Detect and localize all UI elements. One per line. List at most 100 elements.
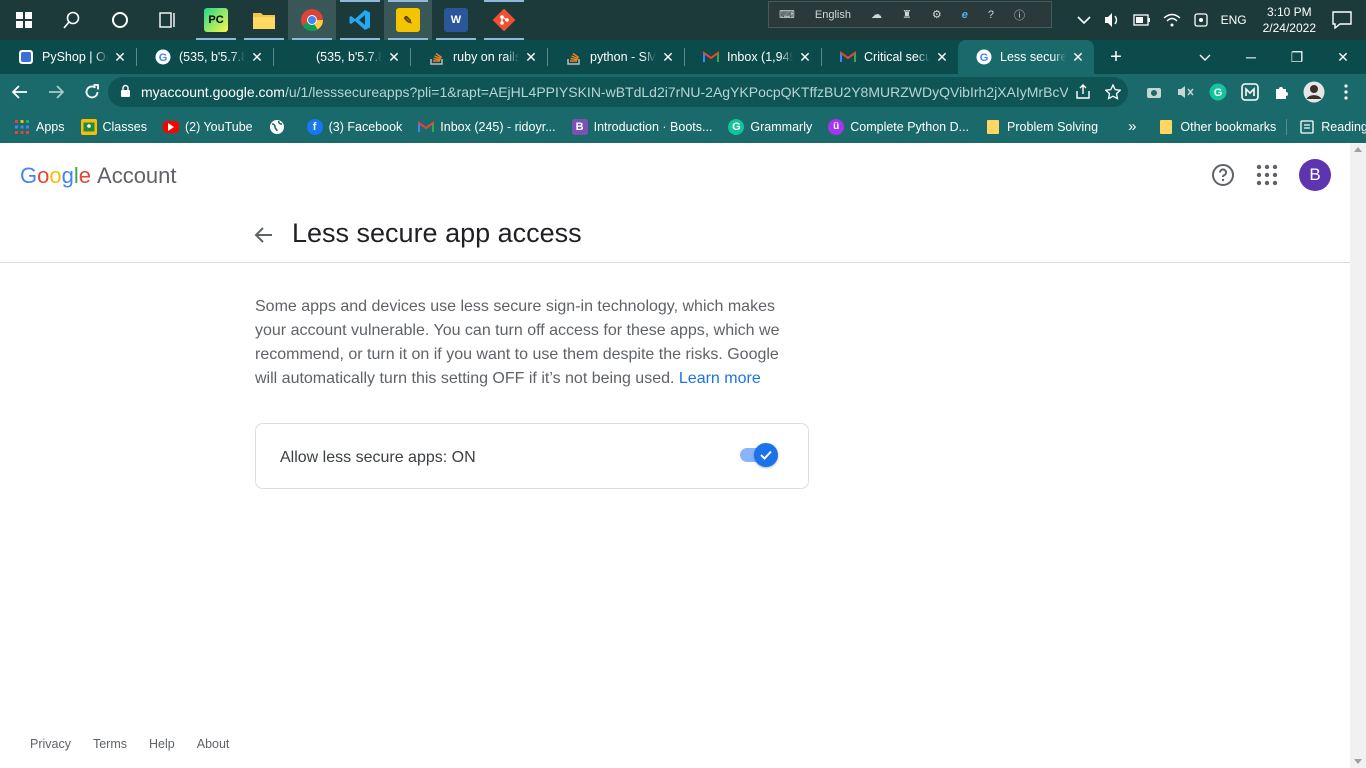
footer-link-terms[interactable]: Terms bbox=[93, 737, 127, 751]
git-icon bbox=[492, 8, 516, 32]
bookmarks-overflow-button[interactable]: » bbox=[1120, 118, 1144, 135]
account-avatar[interactable]: B bbox=[1299, 159, 1331, 191]
share-icon[interactable] bbox=[1068, 84, 1098, 100]
mute-speaker-icon[interactable] bbox=[1170, 85, 1202, 99]
tab-close-icon[interactable]: ✕ bbox=[523, 49, 539, 66]
vscode-icon bbox=[349, 10, 370, 30]
input-language[interactable]: ENG bbox=[1221, 13, 1247, 27]
grammarly-icon: G bbox=[728, 118, 745, 135]
page-title: Less secure app access bbox=[292, 218, 582, 248]
bookmark-label: Classes bbox=[102, 119, 147, 134]
wifi-icon[interactable] bbox=[1163, 13, 1181, 27]
address-bar[interactable]: myaccount.google.com/u/1/lesssecureapps?… bbox=[108, 77, 1128, 107]
taskbar-app-file-explorer[interactable] bbox=[240, 0, 288, 40]
taskbar-app-git[interactable] bbox=[480, 0, 528, 40]
tab-close-icon[interactable]: ✕ bbox=[660, 49, 676, 66]
google-account-page: Google Account B Less secure app access … bbox=[0, 143, 1350, 768]
arrow-right-icon bbox=[49, 85, 64, 99]
cortana-button[interactable] bbox=[96, 0, 144, 40]
bookmark-label: Problem Solving bbox=[1007, 119, 1099, 134]
new-tab-button[interactable]: + bbox=[1100, 46, 1132, 69]
tray-overflow-chevron-icon[interactable] bbox=[1077, 15, 1091, 25]
close-window-button[interactable]: ✕ bbox=[1320, 49, 1366, 66]
taskbar-app-chrome[interactable] bbox=[288, 0, 336, 40]
screenshot-camera-icon[interactable] bbox=[1138, 85, 1170, 99]
footer-link-privacy[interactable]: Privacy bbox=[30, 737, 71, 751]
scroll-up-arrow-icon[interactable] bbox=[1354, 147, 1362, 152]
browser-tab[interactable]: (535, b'5.7.8 U ✕ bbox=[274, 40, 410, 74]
bookmark-youtube[interactable]: (2) YouTube bbox=[155, 120, 261, 134]
system-tray: ENG 3:10 PM 2/24/2022 bbox=[1071, 0, 1366, 40]
less-secure-apps-toggle[interactable] bbox=[740, 443, 778, 467]
less-secure-apps-setting-card[interactable]: Allow less secure apps: ON bbox=[255, 423, 809, 489]
bookmark-grammarly[interactable]: G Grammarly bbox=[720, 118, 820, 135]
bookmark-classes[interactable]: Classes bbox=[73, 118, 155, 135]
page-scrollbar[interactable] bbox=[1350, 143, 1366, 768]
task-view-button[interactable] bbox=[144, 0, 192, 40]
tab-close-icon[interactable]: ✕ bbox=[1070, 49, 1086, 66]
taskbar-app-pycharm[interactable]: PC bbox=[192, 0, 240, 40]
browser-tab[interactable]: Critical securi ✕ bbox=[822, 40, 958, 74]
lock-icon[interactable] bbox=[120, 84, 131, 101]
volume-icon[interactable] bbox=[1103, 12, 1121, 28]
cloud-icon: ☁ bbox=[870, 9, 882, 21]
restore-button[interactable]: ❐ bbox=[1274, 49, 1320, 66]
browser-tab[interactable]: Inbox (1,949) ✕ bbox=[685, 40, 821, 74]
taskbar-app-word[interactable]: W bbox=[432, 0, 480, 40]
grammarly-extension-icon[interactable]: G bbox=[1202, 83, 1234, 101]
bookmark-other-bookmarks[interactable]: Other bookmarks bbox=[1150, 119, 1284, 135]
bookmark-globe[interactable] bbox=[261, 119, 299, 135]
google-apps-icon[interactable] bbox=[1256, 164, 1278, 186]
footer-link-help[interactable]: Help bbox=[149, 737, 175, 751]
learn-more-link[interactable]: Learn more bbox=[679, 370, 761, 387]
extension-badge-icon[interactable] bbox=[1234, 83, 1266, 101]
tab-close-icon[interactable]: ✕ bbox=[934, 49, 950, 66]
browser-tab-active[interactable]: G Less secure ap ✕ bbox=[958, 40, 1094, 74]
reading-list-button[interactable]: Reading list bbox=[1286, 118, 1366, 135]
browser-tab[interactable]: G (535, b'5.7.8 U ✕ bbox=[137, 40, 273, 74]
search-button[interactable] bbox=[48, 0, 96, 40]
bookmark-label: (2) YouTube bbox=[184, 119, 253, 134]
taskbar-app-vscode[interactable] bbox=[336, 0, 384, 40]
bookmark-bootstrap[interactable]: B Introduction · Boots... bbox=[564, 118, 721, 135]
search-icon bbox=[63, 11, 80, 29]
back-arrow-icon[interactable] bbox=[252, 223, 276, 247]
tab-title: Critical securi bbox=[864, 50, 930, 64]
browser-tab[interactable]: PyShop | One ✕ bbox=[0, 40, 136, 74]
profile-avatar-icon[interactable] bbox=[1298, 81, 1330, 103]
bookmark-facebook[interactable]: f (3) Facebook bbox=[299, 118, 411, 135]
tab-close-icon[interactable]: ✕ bbox=[797, 49, 813, 66]
notifications-icon[interactable] bbox=[1332, 11, 1352, 29]
clock[interactable]: 3:10 PM 2/24/2022 bbox=[1263, 4, 1316, 36]
browser-tab[interactable]: ruby on rails - ✕ bbox=[411, 40, 547, 74]
forward-button[interactable] bbox=[40, 76, 72, 108]
bookmark-udemy[interactable]: ü Complete Python D... bbox=[820, 118, 977, 135]
tab-close-icon[interactable]: ✕ bbox=[112, 49, 128, 66]
scroll-down-arrow-icon[interactable] bbox=[1354, 759, 1362, 764]
chrome-menu-icon[interactable] bbox=[1330, 84, 1362, 100]
pycharm-icon: PC bbox=[204, 8, 228, 32]
minimize-button[interactable]: ─ bbox=[1228, 49, 1274, 65]
tab-close-icon[interactable]: ✕ bbox=[386, 49, 402, 66]
udemy-icon: ü bbox=[828, 118, 845, 135]
puzzle-extensions-icon[interactable] bbox=[1266, 84, 1298, 100]
tab-close-icon[interactable]: ✕ bbox=[249, 49, 265, 66]
bookmark-gmail-inbox[interactable]: Inbox (245) - ridoyr... bbox=[410, 119, 563, 135]
bookmark-label: Introduction · Boots... bbox=[593, 119, 713, 134]
browser-tab[interactable]: python - SMTP ✕ bbox=[548, 40, 684, 74]
battery-icon[interactable] bbox=[1132, 14, 1151, 26]
display-icon[interactable] bbox=[1193, 12, 1209, 28]
back-button[interactable] bbox=[4, 76, 36, 108]
help-icon[interactable] bbox=[1211, 163, 1235, 187]
bookmark-star-icon[interactable] bbox=[1098, 84, 1128, 100]
taskbar-app-sticky[interactable]: ✎ bbox=[384, 0, 432, 40]
reload-button[interactable] bbox=[76, 76, 108, 108]
bookmark-problem-solving[interactable]: Problem Solving bbox=[977, 119, 1106, 135]
start-button[interactable] bbox=[0, 0, 48, 40]
language-toolbar[interactable]: ⌨ English ☁ ♜ ⚙ e ? ⓘ bbox=[768, 1, 1052, 28]
bookmark-apps[interactable]: Apps bbox=[0, 119, 73, 135]
tab-search-chevron-icon[interactable] bbox=[1182, 49, 1228, 65]
footer-link-about[interactable]: About bbox=[197, 737, 230, 751]
url-text[interactable]: myaccount.google.com/u/1/lesssecureapps?… bbox=[141, 84, 1068, 100]
google-account-logo[interactable]: Google Account bbox=[20, 163, 177, 189]
